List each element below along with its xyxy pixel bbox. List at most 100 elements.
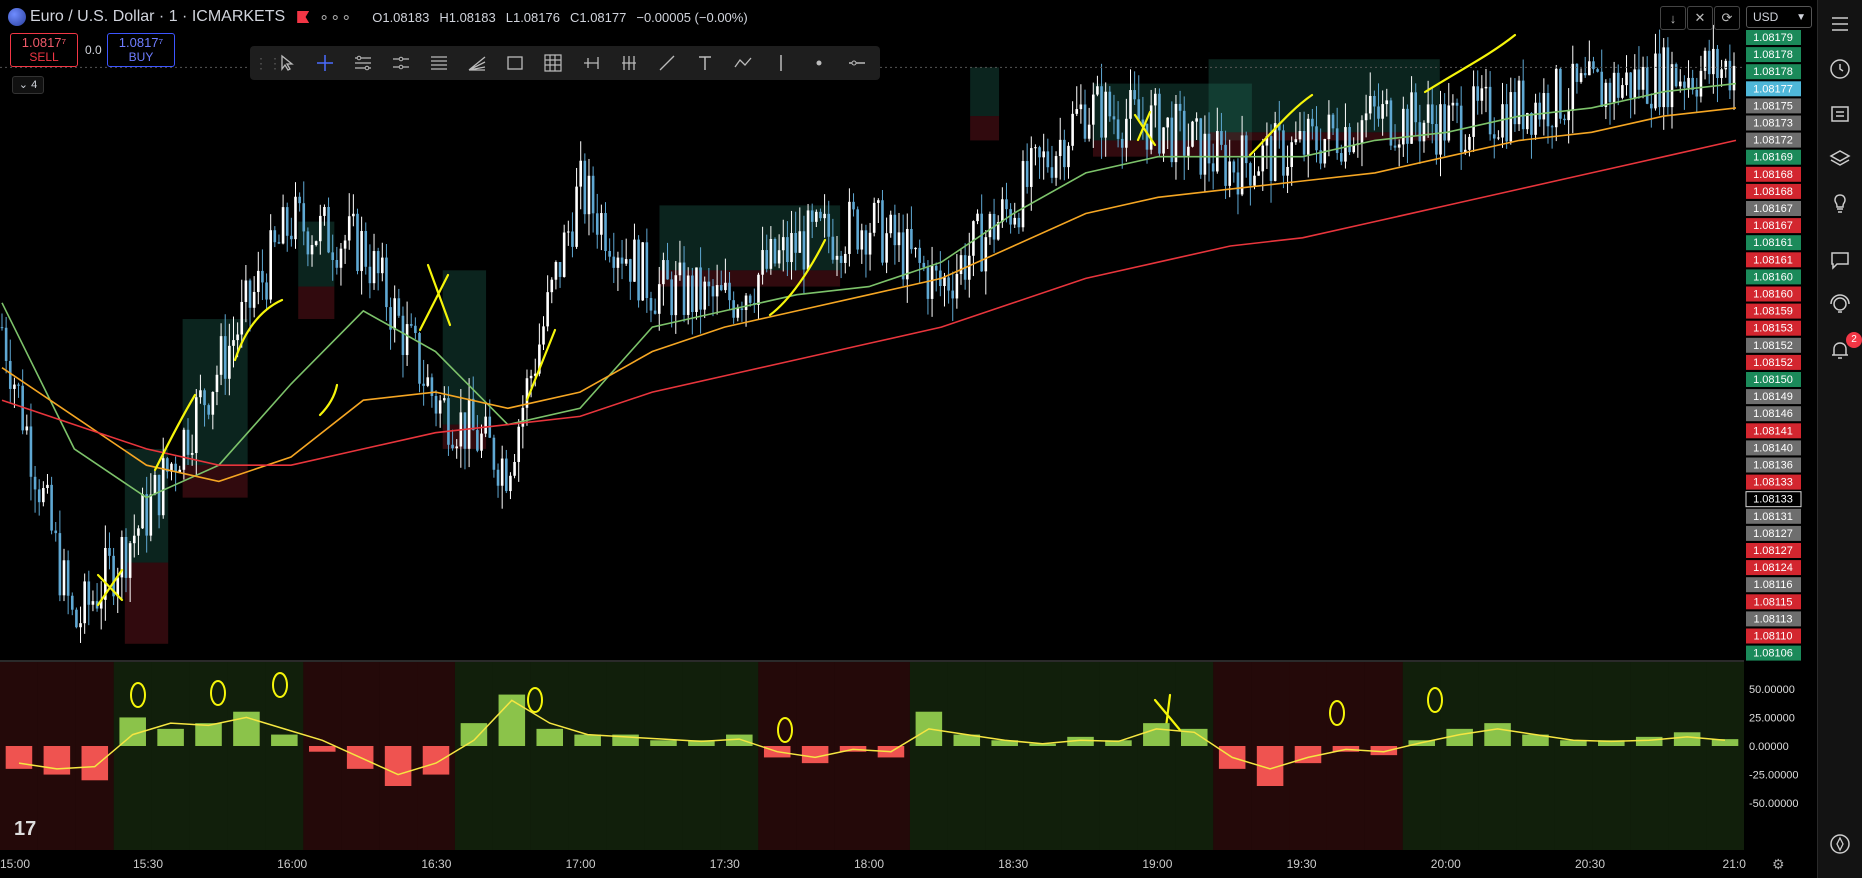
cursor-arrow-icon[interactable] <box>268 48 306 78</box>
horizontal-ray-icon[interactable] <box>838 48 876 78</box>
tradingview-logo[interactable]: 17 <box>14 818 36 841</box>
menu-icon[interactable] <box>1828 12 1852 36</box>
candle-body <box>1133 90 1136 100</box>
candle-body <box>1145 123 1149 150</box>
chart-canvas[interactable]: 1.08179 1.08178 1.08178 1.08177 1.08175 1.081… <box>0 0 1817 878</box>
trend-lines-icon[interactable] <box>344 48 382 78</box>
candle-body <box>852 201 855 210</box>
candle-body <box>1683 81 1686 88</box>
flag-icon[interactable] <box>297 11 310 23</box>
candle-body <box>46 484 49 489</box>
layers-icon[interactable] <box>1828 147 1852 171</box>
candle-body <box>228 345 231 379</box>
drag-handle-icon[interactable]: ⋮⋮ <box>254 55 282 72</box>
candle-body <box>368 266 372 284</box>
path-tool-icon[interactable] <box>724 48 762 78</box>
candle-body <box>579 160 583 187</box>
osc-band <box>113 662 152 850</box>
candle-body <box>25 426 29 431</box>
refresh-icon[interactable]: ⟳ <box>1714 6 1740 30</box>
ideas-icon[interactable] <box>1828 293 1852 317</box>
chevron-down-icon: ▼ <box>1796 11 1806 23</box>
grid-icon[interactable] <box>534 48 572 78</box>
gann-icon[interactable] <box>610 48 648 78</box>
candle-body <box>1013 217 1017 225</box>
osc-band <box>1061 662 1100 850</box>
price-tick-label: 1.08153 <box>1753 323 1793 335</box>
download-icon[interactable]: ↓ <box>1660 6 1686 30</box>
parallel-channel-icon[interactable] <box>382 48 420 78</box>
candle-body <box>769 239 773 269</box>
candle-body <box>1397 144 1401 148</box>
text-tool-icon[interactable] <box>686 48 724 78</box>
candle-body <box>153 474 157 495</box>
candle-body <box>736 308 740 318</box>
candle-body <box>1393 145 1397 148</box>
candle-body <box>1678 81 1682 87</box>
candle-body <box>1017 217 1021 228</box>
candle-body <box>211 391 215 415</box>
fib-fan-icon[interactable] <box>458 48 496 78</box>
osc-band <box>834 662 872 850</box>
candle-body <box>1327 114 1331 140</box>
chat-icon[interactable] <box>1828 248 1852 272</box>
candle-body <box>182 429 186 470</box>
symbol-title[interactable]: Euro / U.S. Dollar · 1 · ICMARKETS <box>30 8 285 26</box>
candle-body <box>517 426 521 462</box>
lightbulb-icon[interactable] <box>1828 192 1852 216</box>
candle-body <box>1005 199 1008 210</box>
osc-tick-label: -25.00000 <box>1749 770 1799 782</box>
osc-tick-label: 0.00000 <box>1749 741 1789 753</box>
settings-icon[interactable]: ⚙ <box>1772 856 1785 873</box>
more-icon[interactable]: ∘∘∘ <box>319 7 352 27</box>
candle-body <box>1207 133 1211 164</box>
vertical-line-icon[interactable] <box>762 48 800 78</box>
candle-body <box>893 214 897 246</box>
candle-body <box>252 291 256 308</box>
fib-retracement-icon[interactable] <box>420 48 458 78</box>
candle-body <box>1091 94 1095 125</box>
candle-body <box>571 231 574 247</box>
osc-band <box>492 662 531 850</box>
candle-body <box>50 484 53 531</box>
osc-band <box>303 662 342 850</box>
buy-button[interactable]: 1.0817⁷ BUY <box>107 33 175 67</box>
dot-icon[interactable] <box>800 48 838 78</box>
candle-body <box>1211 163 1215 172</box>
indicators-toggle[interactable]: ⌄ 4 <box>12 76 44 94</box>
price-tick-label: 1.08169 <box>1753 152 1793 164</box>
candle-body <box>347 216 351 241</box>
candle-body <box>1435 124 1438 155</box>
candle-body <box>868 232 872 255</box>
sell-button[interactable]: 1.0817⁷ SELL <box>10 33 78 67</box>
currency-select[interactable]: USD ▼ <box>1746 6 1812 28</box>
candle-body <box>54 530 58 534</box>
candle-body <box>1505 104 1508 142</box>
candle-body <box>575 186 578 247</box>
candle-body <box>806 210 810 270</box>
candle-body <box>1108 91 1112 117</box>
candle-body <box>356 213 359 272</box>
candle-body <box>1658 53 1661 108</box>
candle-body <box>839 255 843 263</box>
crosshair-icon[interactable] <box>306 48 344 78</box>
right-sidebar: 2 <box>1817 0 1862 878</box>
help-icon[interactable] <box>1828 832 1852 856</box>
line-tool-icon[interactable] <box>648 48 686 78</box>
buy-price: 1.0817⁷ <box>118 35 164 50</box>
rectangle-icon[interactable] <box>496 48 534 78</box>
candle-body <box>1298 131 1302 140</box>
candle-body <box>1695 89 1699 97</box>
candle-body <box>757 274 760 305</box>
candle-body <box>604 213 607 252</box>
candle-body <box>1236 172 1240 195</box>
candle-body <box>744 295 748 311</box>
candle-body <box>877 200 880 203</box>
candle-body <box>306 231 310 255</box>
collapse-icon[interactable]: ✕ <box>1687 6 1713 30</box>
pitchfork-icon[interactable] <box>572 48 610 78</box>
watchlist-icon[interactable] <box>1828 101 1852 125</box>
candle-body <box>505 458 508 492</box>
clock-icon[interactable] <box>1828 57 1852 81</box>
candle-body <box>947 277 950 291</box>
